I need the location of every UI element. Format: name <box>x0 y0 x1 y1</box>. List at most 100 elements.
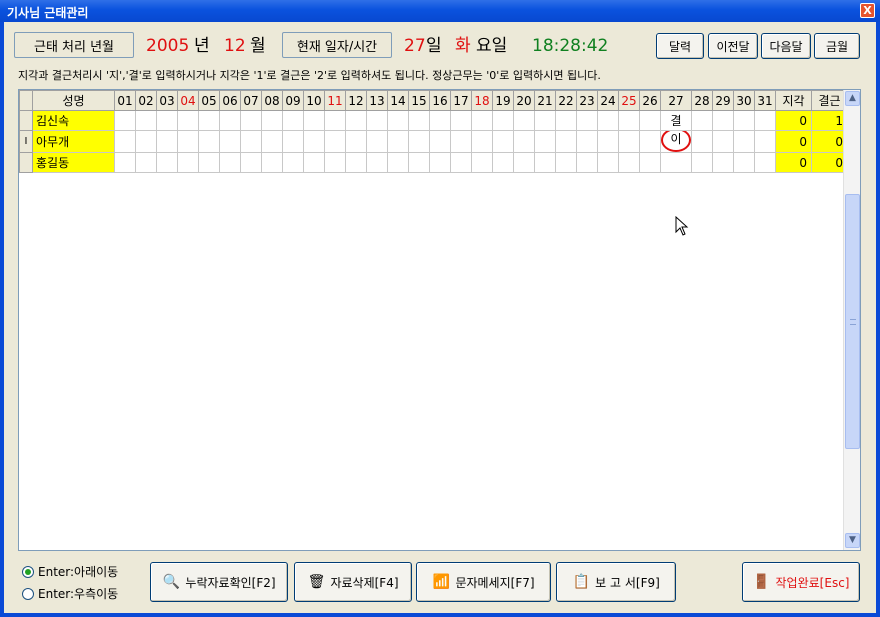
day-cell[interactable] <box>429 110 451 131</box>
radio-circle[interactable] <box>22 587 34 600</box>
day-cell[interactable] <box>156 152 178 173</box>
day-cell[interactable] <box>618 152 640 173</box>
next-month-button[interactable]: 다음달 <box>761 33 811 59</box>
day-cell[interactable] <box>450 152 472 173</box>
day-cell[interactable] <box>177 152 199 173</box>
day-cell[interactable] <box>534 130 556 153</box>
day-column-header[interactable]: 20 <box>513 90 535 111</box>
day-cell[interactable] <box>513 130 535 153</box>
scroll-up-icon[interactable]: ▲ <box>845 91 860 106</box>
day-cell[interactable] <box>691 110 713 131</box>
late-column-header[interactable]: 지각 <box>775 90 812 111</box>
this-month-button[interactable]: 금월 <box>814 33 860 59</box>
day-cell[interactable] <box>198 110 220 131</box>
day-cell[interactable] <box>177 110 199 131</box>
day-column-header[interactable]: 19 <box>492 90 514 111</box>
late-count-cell[interactable]: 0 <box>775 152 812 173</box>
day-cell[interactable] <box>135 130 157 153</box>
day-cell[interactable] <box>576 130 598 153</box>
day-cell[interactable] <box>219 152 241 173</box>
scroll-down-icon[interactable]: ▼ <box>845 533 860 548</box>
day-cell[interactable] <box>691 152 713 173</box>
day-cell[interactable] <box>219 110 241 131</box>
day-column-header[interactable]: 18 <box>471 90 493 111</box>
day-cell[interactable] <box>712 152 734 173</box>
calendar-button[interactable]: 달력 <box>656 33 704 59</box>
day-cell[interactable] <box>198 130 220 153</box>
day-cell[interactable] <box>261 130 283 153</box>
day-cell[interactable] <box>156 130 178 153</box>
day-column-header[interactable]: 22 <box>555 90 577 111</box>
day-column-header[interactable]: 16 <box>429 90 451 111</box>
radio-enter-down[interactable]: Enter:아래이동 <box>22 563 118 580</box>
day-cell[interactable] <box>639 110 661 131</box>
day-column-header[interactable]: 17 <box>450 90 472 111</box>
late-count-cell[interactable]: 0 <box>775 110 812 131</box>
day-cell[interactable] <box>219 130 241 153</box>
day-cell[interactable] <box>733 110 755 131</box>
day-cell[interactable] <box>576 152 598 173</box>
row-indicator[interactable]: I <box>19 130 33 153</box>
day-column-header[interactable]: 05 <box>198 90 220 111</box>
day-cell[interactable] <box>387 152 409 173</box>
day-cell[interactable] <box>733 152 755 173</box>
day-column-header[interactable]: 02 <box>135 90 157 111</box>
day-cell[interactable] <box>366 152 388 173</box>
finish-button[interactable]: 🚪 작업완료[Esc] <box>742 562 860 602</box>
day-cell[interactable] <box>240 152 262 173</box>
delete-data-button[interactable]: 🗑 자료삭제[F4] <box>294 562 412 602</box>
day-cell[interactable] <box>513 110 535 131</box>
day-cell[interactable]: 결 <box>660 110 692 131</box>
day-column-header[interactable]: 09 <box>282 90 304 111</box>
day-cell[interactable] <box>733 130 755 153</box>
day-cell[interactable] <box>345 130 367 153</box>
day-column-header[interactable]: 25 <box>618 90 640 111</box>
driver-name-cell[interactable]: 홍길동 <box>32 152 115 173</box>
day-cell[interactable] <box>618 130 640 153</box>
day-cell[interactable] <box>660 152 692 173</box>
day-cell[interactable] <box>135 110 157 131</box>
missing-data-button[interactable]: 🔍 누락자료확인[F2] <box>150 562 288 602</box>
day-cell[interactable] <box>534 152 556 173</box>
day-cell[interactable] <box>387 130 409 153</box>
day-cell[interactable] <box>366 110 388 131</box>
radio-circle[interactable] <box>22 565 34 578</box>
day-cell[interactable] <box>492 130 514 153</box>
day-cell[interactable] <box>135 152 157 173</box>
day-column-header[interactable]: 27 <box>660 90 692 111</box>
editing-cell-highlight[interactable]: 이 <box>661 131 691 152</box>
day-cell[interactable] <box>618 110 640 131</box>
day-cell[interactable] <box>324 110 346 131</box>
day-cell[interactable] <box>429 130 451 153</box>
day-column-header[interactable]: 31 <box>754 90 776 111</box>
radio-enter-right[interactable]: Enter:우측이동 <box>22 585 118 602</box>
day-cell[interactable] <box>754 130 776 153</box>
day-cell[interactable] <box>471 152 493 173</box>
day-cell[interactable] <box>303 110 325 131</box>
day-column-header[interactable]: 26 <box>639 90 661 111</box>
day-column-header[interactable]: 12 <box>345 90 367 111</box>
day-cell[interactable] <box>282 130 304 153</box>
day-cell[interactable] <box>261 152 283 173</box>
day-cell[interactable] <box>303 152 325 173</box>
day-column-header[interactable]: 08 <box>261 90 283 111</box>
day-cell[interactable] <box>576 110 598 131</box>
day-cell[interactable] <box>324 130 346 153</box>
day-cell[interactable] <box>597 130 619 153</box>
day-column-header[interactable]: 11 <box>324 90 346 111</box>
table-row[interactable]: 김신속 결 0 1 <box>19 110 848 131</box>
day-cell[interactable] <box>408 152 430 173</box>
day-cell[interactable] <box>366 130 388 153</box>
day-cell[interactable] <box>492 110 514 131</box>
day-cell[interactable] <box>712 130 734 153</box>
day-cell[interactable] <box>513 152 535 173</box>
table-row[interactable]: I 아무개 이 0 0 <box>19 130 848 153</box>
day-column-header[interactable]: 24 <box>597 90 619 111</box>
day-cell[interactable] <box>303 130 325 153</box>
day-cell[interactable] <box>282 110 304 131</box>
day-column-header[interactable]: 21 <box>534 90 556 111</box>
sms-button[interactable]: 📶 문자메세지[F7] <box>416 562 551 602</box>
day-cell[interactable] <box>282 152 304 173</box>
day-column-header[interactable]: 29 <box>712 90 734 111</box>
day-cell[interactable] <box>534 110 556 131</box>
